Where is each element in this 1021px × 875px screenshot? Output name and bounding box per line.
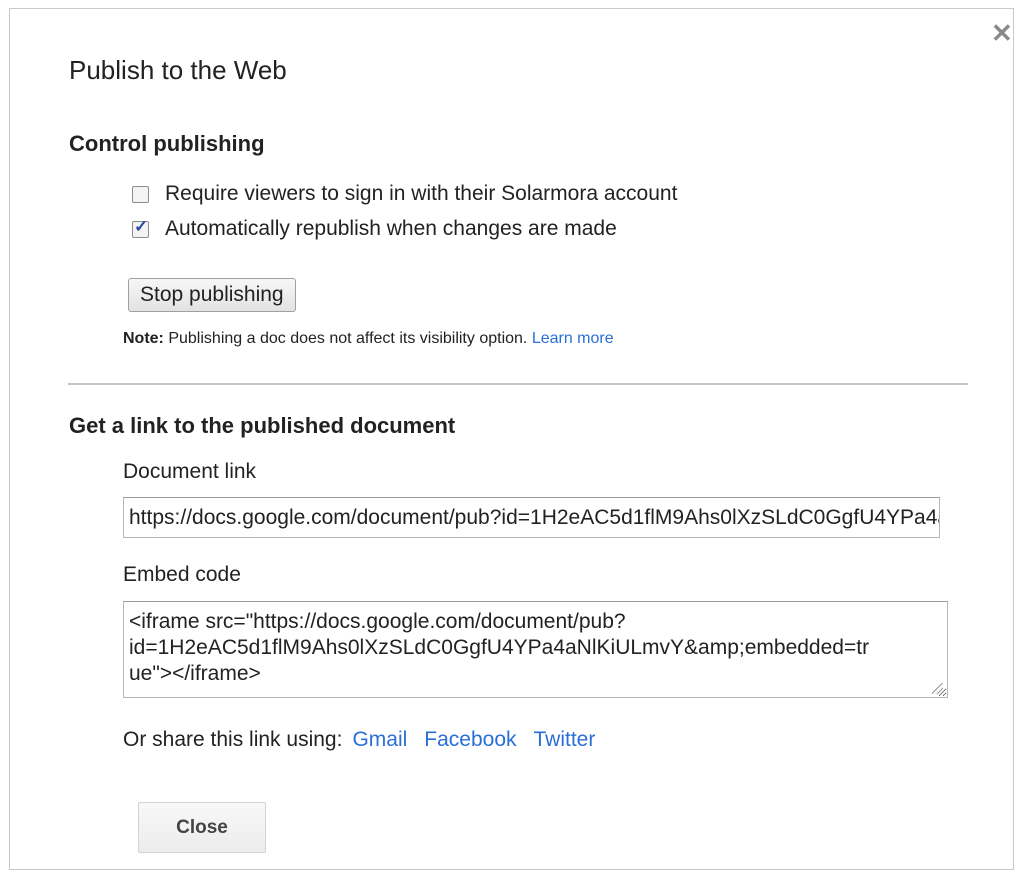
close-icon[interactable]: ✕	[991, 20, 1013, 46]
require-signin-checkbox[interactable]	[132, 185, 149, 203]
share-row: Or share this link using: Gmail Facebook…	[123, 728, 595, 752]
embed-code-text: <iframe src="https://docs.google.com/doc…	[129, 610, 870, 685]
note-text: Publishing a doc does not affect its vis…	[163, 330, 532, 347]
share-gmail-link[interactable]: Gmail	[352, 728, 407, 752]
require-signin-option[interactable]: Require viewers to sign in with their So…	[132, 182, 677, 206]
close-button[interactable]: Close	[138, 802, 266, 853]
control-publishing-heading: Control publishing	[69, 131, 265, 156]
publishing-note: Note: Publishing a doc does not affect i…	[123, 330, 614, 348]
section-divider	[68, 383, 968, 385]
embed-code-field[interactable]: <iframe src="https://docs.google.com/doc…	[123, 601, 948, 698]
share-twitter-link[interactable]: Twitter	[534, 728, 596, 752]
dialog-title: Publish to the Web	[69, 55, 287, 85]
learn-more-link[interactable]: Learn more	[532, 330, 614, 347]
auto-republish-label: Automatically republish when changes are…	[165, 217, 617, 240]
auto-republish-option[interactable]: Automatically republish when changes are…	[132, 217, 617, 241]
share-label: Or share this link using:	[123, 728, 343, 751]
auto-republish-checkbox[interactable]	[132, 217, 149, 238]
stop-publishing-button[interactable]: Stop publishing	[128, 278, 296, 312]
share-facebook-link[interactable]: Facebook	[424, 728, 516, 752]
note-label: Note:	[123, 330, 164, 347]
document-link-field[interactable]: https://docs.google.com/document/pub?id=…	[123, 497, 940, 538]
document-link-label: Document link	[123, 460, 257, 483]
get-link-heading: Get a link to the published document	[69, 413, 456, 438]
resize-grip-icon[interactable]	[932, 683, 943, 694]
require-signin-label: Require viewers to sign in with their So…	[165, 182, 678, 205]
embed-code-label: Embed code	[123, 563, 241, 586]
